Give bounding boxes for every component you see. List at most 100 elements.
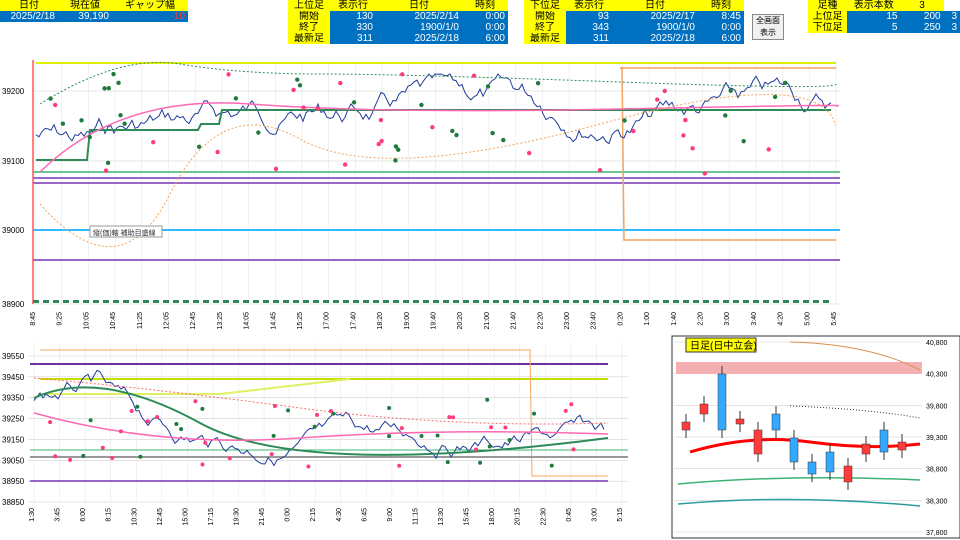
- bar-setting-grid: 足種 表示本数 3 上位足 15 200 3 下位足 5 250 3: [808, 0, 960, 33]
- signal-dot: [271, 433, 276, 438]
- volume-marker: [403, 300, 409, 303]
- signal-dot: [193, 399, 198, 404]
- y-tick-label: 39150: [2, 435, 25, 444]
- g4-cell: 3: [900, 0, 944, 11]
- signal-dot: [487, 444, 492, 449]
- volume-marker: [153, 300, 159, 303]
- x-tick-label: 9:00: [387, 508, 394, 522]
- volume-marker: [443, 300, 449, 303]
- signal-dot: [155, 415, 160, 420]
- volume-marker: [433, 300, 439, 303]
- volume-marker: [53, 300, 59, 303]
- signal-dot: [728, 88, 733, 93]
- signal-dot: [471, 73, 477, 78]
- volume-marker: [673, 300, 679, 303]
- signal-dot: [301, 105, 306, 110]
- volume-marker: [653, 300, 659, 303]
- price-summary-grid: 日付 現在値 ギャップ幅 2025/2/18 39,190 -10: [0, 0, 188, 22]
- y-tick-label: 39100: [2, 157, 25, 166]
- signal-dot: [451, 415, 456, 420]
- signal-dot: [174, 422, 179, 427]
- volume-marker: [133, 300, 139, 303]
- signal-dot: [102, 86, 107, 91]
- x-tick-label: 3:45: [55, 508, 62, 522]
- g3-cell: 開始: [524, 11, 566, 22]
- volume-marker: [393, 300, 399, 303]
- signal-dot: [399, 426, 404, 431]
- g3-cell: 終了: [524, 22, 566, 33]
- volume-marker: [743, 300, 749, 303]
- candle-body: [771, 413, 781, 431]
- g4-cell: 15: [846, 11, 901, 22]
- volume-marker: [103, 300, 109, 303]
- signal-dot: [485, 84, 491, 89]
- fullscreen-button[interactable]: 全画面 表示: [752, 14, 784, 40]
- volume-marker: [233, 300, 239, 303]
- g2-cell: 上位足: [288, 0, 330, 11]
- signal-dot: [474, 447, 479, 452]
- signal-dot: [273, 166, 279, 172]
- signal-dot: [378, 117, 384, 123]
- g2-cell: 0:00: [462, 22, 508, 33]
- g3-cell: 343: [566, 22, 612, 33]
- volume-marker: [563, 300, 569, 303]
- signal-dot: [118, 113, 123, 118]
- signal-dot: [226, 72, 231, 77]
- volume-marker: [523, 300, 529, 303]
- volume-marker: [333, 300, 339, 303]
- signal-dot: [286, 408, 291, 413]
- volume-marker: [373, 300, 379, 303]
- signal-dot: [549, 463, 554, 468]
- signal-dot: [53, 102, 58, 108]
- signal-dot: [447, 415, 452, 420]
- g4-cell: 3: [943, 22, 960, 33]
- signal-dot: [312, 424, 317, 429]
- signal-dot: [683, 117, 688, 123]
- g1-cell: 2025/2/18: [0, 11, 58, 22]
- signal-dot: [110, 455, 115, 460]
- signal-dot: [597, 167, 603, 173]
- volume-marker: [383, 300, 389, 303]
- volume-marker: [303, 300, 309, 303]
- signal-dot: [351, 100, 357, 105]
- signal-dot: [535, 80, 541, 86]
- volume-marker: [583, 300, 589, 303]
- volume-marker: [783, 300, 789, 303]
- y-tick-label: 39000: [2, 226, 25, 235]
- signal-dot: [419, 434, 424, 439]
- signal-dot: [105, 160, 111, 166]
- signal-dot: [68, 457, 73, 462]
- g4-cell: 250: [900, 22, 944, 33]
- volume-marker: [713, 300, 719, 303]
- volume-marker: [513, 300, 519, 303]
- y-tick-label: 38,300: [926, 498, 948, 505]
- x-tick-label: 0:20: [617, 312, 624, 326]
- g2-cell: 0:00: [462, 11, 508, 22]
- y-tick-label: 40,300: [926, 372, 948, 379]
- volume-marker: [463, 300, 469, 303]
- y-tick-label: 38900: [2, 300, 25, 309]
- volume-marker: [733, 300, 739, 303]
- signal-dot: [450, 128, 455, 134]
- volume-marker: [603, 300, 609, 303]
- signal-dot: [200, 462, 205, 467]
- g2-cell: 1900/1/0: [376, 22, 462, 33]
- volume-marker: [183, 300, 189, 303]
- signal-dot: [48, 96, 53, 101]
- g1-cell: 39,190: [58, 11, 112, 22]
- volume-marker: [63, 300, 69, 303]
- x-tick-label: 0:00: [285, 508, 292, 522]
- x-tick-label: 15:45: [464, 508, 471, 526]
- x-tick-label: 12:45: [190, 312, 197, 330]
- x-tick-label: 10:45: [110, 312, 117, 330]
- signal-dot: [81, 453, 86, 458]
- x-tick-label: 11:15: [412, 508, 419, 525]
- volume-marker: [693, 300, 699, 303]
- candle-body: [735, 418, 745, 425]
- y-tick-label: 39250: [2, 415, 25, 424]
- axis-annotation: 縦(価)軸 補助目盛線: [89, 225, 163, 238]
- signal-dot: [741, 138, 746, 144]
- volume-marker: [203, 300, 209, 303]
- x-tick-label: 2:15: [310, 508, 317, 522]
- signal-dot: [179, 427, 184, 432]
